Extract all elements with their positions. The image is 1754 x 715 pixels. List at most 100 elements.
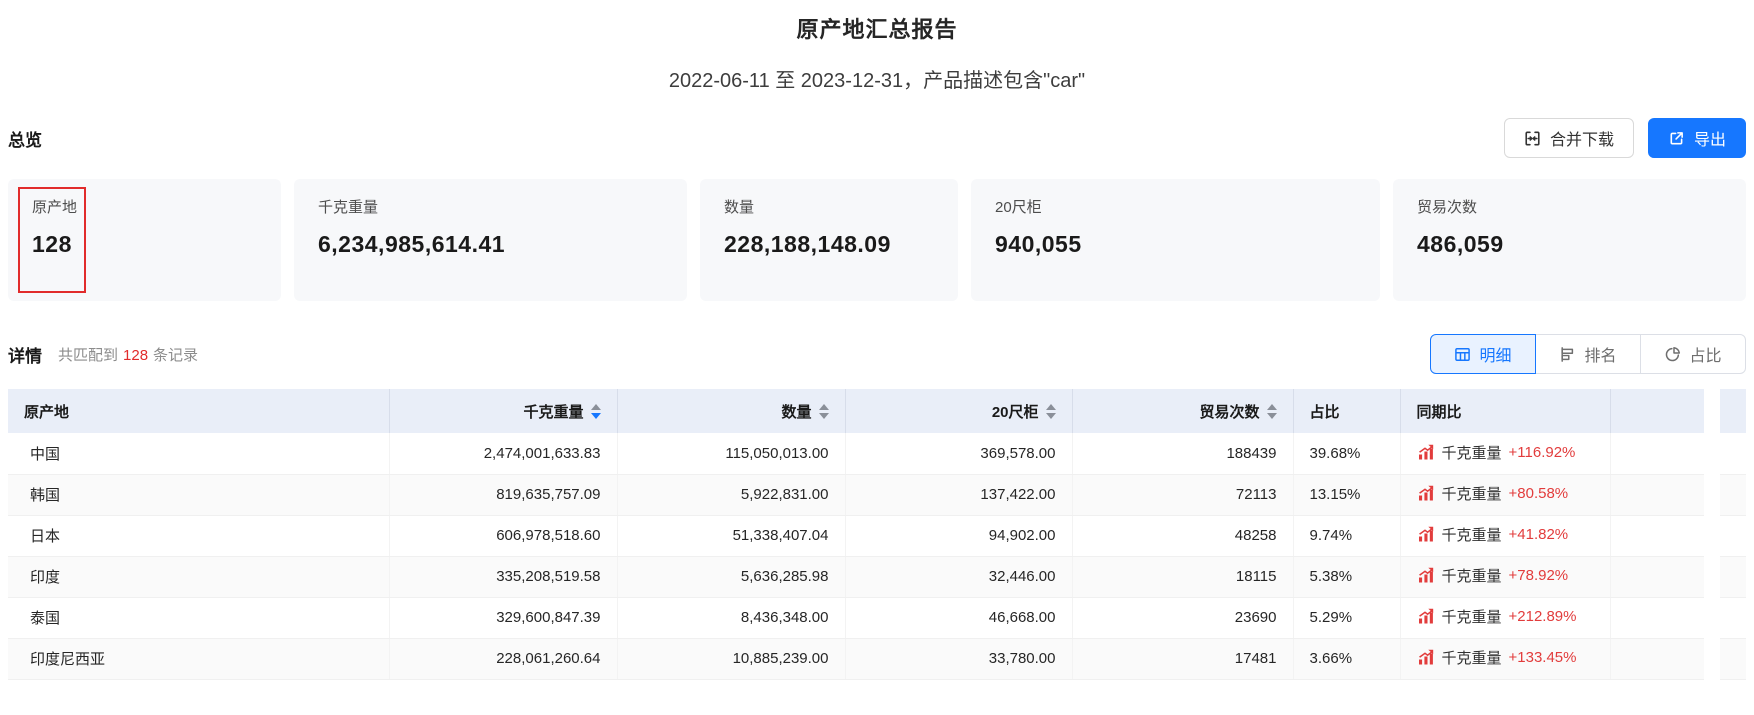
cell-yoy: 千克重量 +80.58% [1400,474,1611,516]
cell-kg-weight: 329,600,847.39 [389,597,618,639]
column-header-share: 占比 [1293,389,1401,433]
cell-kg-weight: 335,208,519.58 [389,556,618,598]
cell-origin: 泰国 [8,597,390,639]
cell-yoy: 千克重量 +133.45% [1400,638,1611,680]
stat-card-origin: 原产地 128 [8,179,281,301]
merge-download-label: 合并下载 [1549,132,1614,149]
stat-card-value: 6,234,985,614.41 [318,231,506,257]
rising-chart-icon [1417,525,1435,543]
table-row[interactable]: 中国 2,474,001,633.83 115,050,013.00 369,5… [8,433,1746,475]
match-count: 128 [123,346,149,364]
report-subtitle: 2022-06-11 至 2023-12-31，产品描述包含"car" [668,70,1086,92]
cell-teu: 369,578.00 [845,433,1073,475]
pie-chart-icon [1664,346,1681,363]
cell-kg-weight: 606,978,518.60 [389,515,618,557]
cell-quantity: 8,436,348.00 [617,597,846,639]
stat-card-label: 千克重量 [318,199,379,216]
view-tab-group: 明细 排名 占比 [1430,334,1746,374]
cell-quantity: 10,885,239.00 [617,638,846,680]
ranking-icon [1559,346,1576,363]
tab-proportion[interactable]: 占比 [1640,334,1746,374]
cell-origin: 日本 [8,515,390,557]
cell-share: 39.68% [1293,433,1401,475]
cell-teu: 46,668.00 [845,597,1073,639]
sort-icon[interactable] [590,403,601,419]
cell-kg-weight: 2,474,001,633.83 [389,433,618,475]
cell-quantity: 115,050,013.00 [617,433,846,475]
match-prefix: 共匹配到 [58,346,119,364]
yoy-value: +212.89% [1508,607,1577,625]
cell-empty [1610,638,1746,680]
cell-empty [1610,515,1746,557]
yoy-metric-label: 千克重量 [1441,649,1502,667]
rising-chart-icon [1417,607,1435,625]
merge-download-button[interactable]: 合并下载 [1503,118,1634,158]
cell-origin: 中国 [8,433,390,475]
yoy-metric-label: 千克重量 [1441,526,1502,544]
cell-yoy: 千克重量 +78.92% [1400,556,1611,598]
yoy-value: +80.58% [1508,484,1569,502]
sort-icon[interactable] [1045,403,1056,419]
rising-chart-icon [1417,648,1435,666]
page-title: 原产地汇总报告 [796,17,958,42]
cell-origin: 印度尼西亚 [8,638,390,680]
stat-card-kg-weight: 千克重量 6,234,985,614.41 [294,179,687,301]
column-header-quantity[interactable]: 数量 [617,389,846,433]
cell-quantity: 5,636,285.98 [617,556,846,598]
yoy-metric-label: 千克重量 [1441,567,1502,585]
cell-trade-count: 23690 [1072,597,1294,639]
tab-detail[interactable]: 明细 [1430,334,1536,374]
table-row[interactable]: 韩国 819,635,757.09 5,922,831.00 137,422.0… [8,474,1746,516]
column-header-kg-weight[interactable]: 千克重量 [389,389,618,433]
tab-label: 排名 [1584,348,1617,365]
overview-bar: 总览 合并下载 导出 [8,118,1746,158]
table-header-row: 原产地 千克重量 数量 20尺柜 贸易次数 占比 同期比 [8,389,1746,433]
cell-origin: 印度 [8,556,390,598]
column-header-teu[interactable]: 20尺柜 [845,389,1073,433]
cell-yoy: 千克重量 +212.89% [1400,597,1611,639]
table-row[interactable]: 泰国 329,600,847.39 8,436,348.00 46,668.00… [8,597,1746,639]
table-row[interactable]: 日本 606,978,518.60 51,338,407.04 94,902.0… [8,515,1746,557]
cell-teu: 32,446.00 [845,556,1073,598]
cell-trade-count: 18115 [1072,556,1294,598]
cell-quantity: 51,338,407.04 [617,515,846,557]
details-table: 原产地 千克重量 数量 20尺柜 贸易次数 占比 同期比 中国 2,474,00… [8,389,1746,680]
tab-label: 明细 [1479,348,1512,365]
cell-quantity: 5,922,831.00 [617,474,846,516]
sort-icon[interactable] [1266,403,1277,419]
scrollbar-gutter[interactable] [1704,389,1720,680]
overview-heading: 总览 [8,130,42,150]
yoy-metric-label: 千克重量 [1441,444,1502,462]
export-button[interactable]: 导出 [1647,118,1746,158]
cell-kg-weight: 228,061,260.64 [389,638,618,680]
yoy-metric-label: 千克重量 [1441,608,1502,626]
cell-origin: 韩国 [8,474,390,516]
cell-empty [1610,597,1746,639]
stat-card-teu: 20尺柜 940,055 [971,179,1380,301]
rising-chart-icon [1417,443,1435,461]
yoy-value: +133.45% [1508,648,1577,666]
stat-card-trade-count: 贸易次数 486,059 [1393,179,1746,301]
column-header-yoy: 同期比 [1400,389,1611,433]
stat-card-value: 128 [32,231,72,257]
yoy-metric-label: 千克重量 [1441,485,1502,503]
details-heading: 详情 [8,346,42,366]
cell-trade-count: 72113 [1072,474,1294,516]
yoy-value: +116.92% [1508,443,1576,461]
match-suffix: 条记录 [153,346,199,364]
stat-card-value: 486,059 [1417,231,1504,257]
cell-trade-count: 188439 [1072,433,1294,475]
cell-share: 5.38% [1293,556,1401,598]
cell-empty [1610,474,1746,516]
rising-chart-icon [1417,484,1435,502]
stat-card-quantity: 数量 228,188,148.09 [700,179,958,301]
tab-ranking[interactable]: 排名 [1535,334,1641,374]
stat-card-value: 940,055 [995,231,1082,257]
export-label: 导出 [1693,132,1726,149]
sort-icon[interactable] [818,403,829,419]
origin-summary-report-page: 原产地汇总报告 2022-06-11 至 2023-12-31，产品描述包含"c… [0,12,1754,715]
table-row[interactable]: 印度 335,208,519.58 5,636,285.98 32,446.00… [8,556,1746,598]
details-bar: 详情 共匹配到 128 条记录 明细 排名 占比 [8,334,1746,374]
table-row[interactable]: 印度尼西亚 228,061,260.64 10,885,239.00 33,78… [8,638,1746,680]
column-header-trade-count[interactable]: 贸易次数 [1072,389,1294,433]
